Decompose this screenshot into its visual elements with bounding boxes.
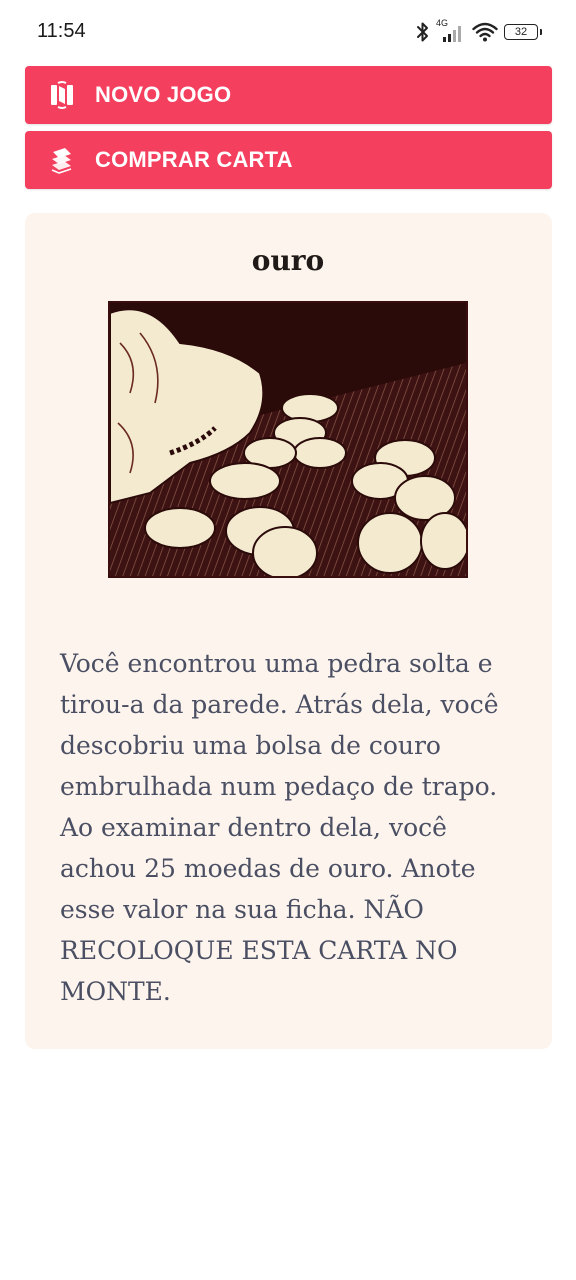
battery-icon: 32: [504, 24, 542, 40]
app-screen: 11:54 4G 32 NOVO JOGO COMPRAR CARTA ouro…: [0, 0, 576, 1280]
bluetooth-icon: [416, 21, 430, 43]
card-description: Você encontrou uma pedra solta e tirou-a…: [60, 649, 499, 1006]
draw-card-button[interactable]: COMPRAR CARTA: [25, 131, 552, 189]
draw-card-label: COMPRAR CARTA: [95, 147, 293, 172]
signal-icon: 4G: [436, 18, 466, 44]
gold-coins-illustration: [108, 301, 468, 578]
status-bar: 11:54 4G 32: [0, 0, 576, 62]
status-time: 11:54: [37, 20, 86, 42]
status-icons: 4G 32: [416, 18, 542, 46]
card-title: ouro: [251, 244, 325, 277]
new-game-label: NOVO JOGO: [95, 82, 232, 107]
new-game-icon: [47, 80, 77, 110]
card-stack-icon: [47, 145, 77, 175]
new-game-button[interactable]: NOVO JOGO: [25, 66, 552, 124]
wifi-icon: [472, 22, 498, 42]
